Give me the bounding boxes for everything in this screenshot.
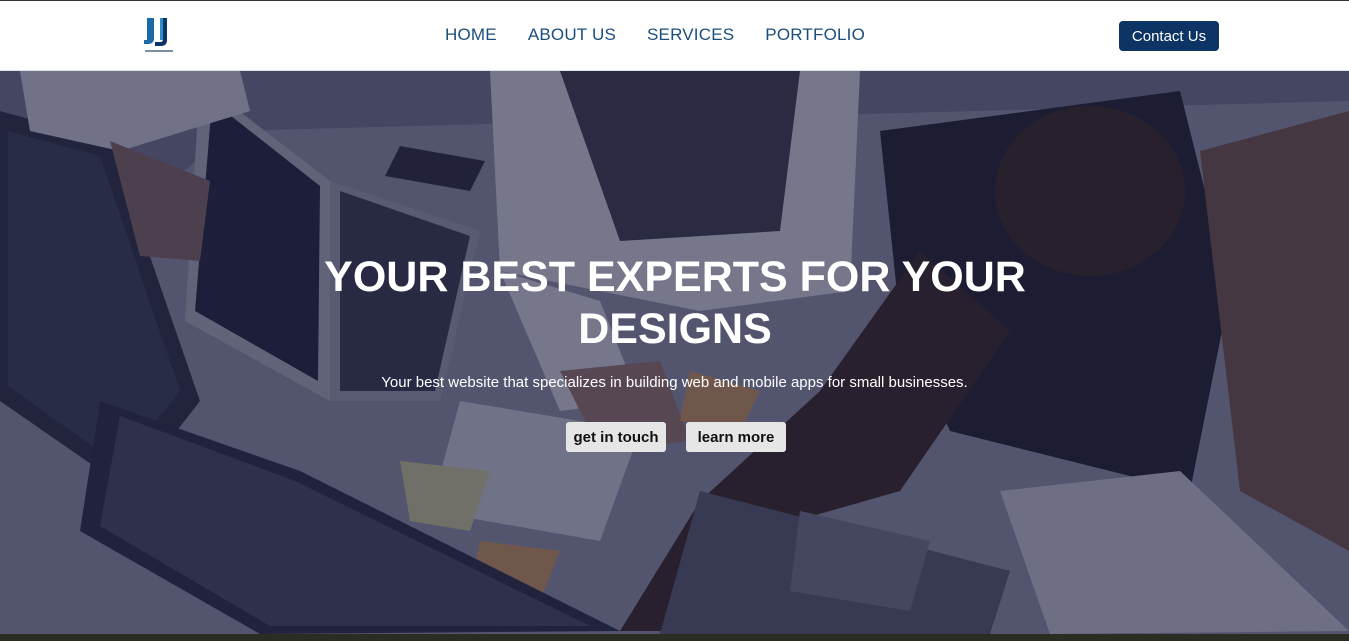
nav-services-link[interactable]: SERVICES xyxy=(647,25,734,45)
nav-about-link[interactable]: ABOUT US xyxy=(528,25,616,45)
nav-portfolio-link[interactable]: PORTFOLIO xyxy=(765,25,865,45)
page-bottom-edge xyxy=(0,634,1349,641)
contact-us-button[interactable]: Contact Us xyxy=(1119,21,1219,51)
main-nav: HOME ABOUT US SERVICES PORTFOLIO xyxy=(445,25,865,45)
hero-title: YOUR BEST EXPERTS FOR YOUR DESIGNS xyxy=(324,253,1026,353)
hero-subtitle: Your best website that specializes in bu… xyxy=(381,374,968,391)
nav-home-link[interactable]: HOME xyxy=(445,25,497,45)
hero-section: YOUR BEST EXPERTS FOR YOUR DESIGNS Your … xyxy=(0,71,1349,634)
jj-logo-icon[interactable] xyxy=(143,16,175,56)
learn-more-button[interactable]: learn more xyxy=(686,422,786,452)
get-in-touch-button[interactable]: get in touch xyxy=(566,422,666,452)
navbar: HOME ABOUT US SERVICES PORTFOLIO Contact… xyxy=(0,1,1349,71)
hero-content: YOUR BEST EXPERTS FOR YOUR DESIGNS Your … xyxy=(0,71,1349,634)
